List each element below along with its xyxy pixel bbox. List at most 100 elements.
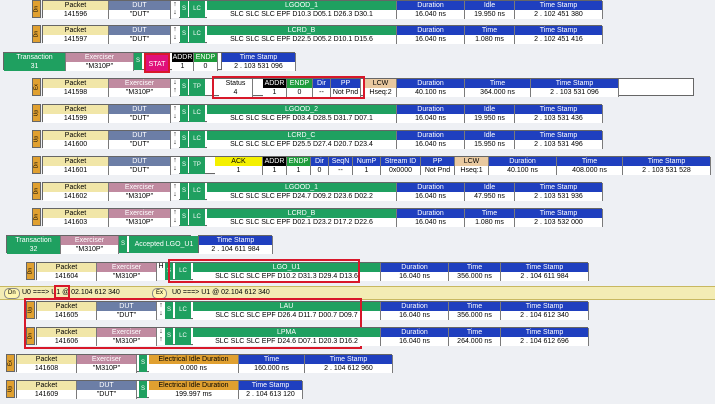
packet-number: 141599 (63, 115, 88, 122)
transaction-32[interactable]: Transaction 32 Exerciser "M310P" S Accep… (6, 235, 199, 254)
packet-number: 141596 (63, 11, 88, 18)
transaction-32-timestamp: Time Stamp 2 . 104 611 984 (198, 235, 273, 254)
direction-arrows-icon: ↑ ↓ (171, 131, 179, 148)
endp-value: 0 (203, 63, 208, 70)
direction-tag: Up (32, 130, 41, 148)
link-transition-right: U0 ===> U1 @ 02.104 612 340 (172, 289, 270, 296)
duration-value: 16.040 ns (415, 11, 446, 18)
idle-value: 15.950 ns (474, 141, 505, 148)
lc-badge: LC (189, 26, 205, 43)
duration-value: 16.040 ns (415, 141, 446, 148)
source-value: "DUT" (129, 115, 150, 122)
packet-141598[interactable]: Packet 141598 Exerciser "M310P" ↓ ↑ S TP … (42, 78, 694, 97)
packet-141603[interactable]: Packet 141603 Exerciser "M310P" ↑ ↓ S LC LCRD_B S… (42, 208, 603, 227)
speed-indicator: S (180, 105, 188, 122)
packet-141597[interactable]: Packet 141597 DUT "DUT" ↑ ↓ S LC LCRD_B SLC SLC S… (42, 25, 603, 44)
idle-value: 1.080 ms (475, 36, 504, 43)
direction-arrows-icon: ↓ ↑ (171, 79, 179, 96)
timestamp-value: 2 . 102 451 416 (534, 36, 583, 43)
speed-indicator: S (180, 183, 188, 200)
packet-number: 141597 (63, 36, 88, 43)
lc-title: LCRD_B (287, 27, 316, 34)
packet-141608[interactable]: Packet 141608 Exerciser "M310P" S Electr… (16, 354, 393, 373)
direction-tag: Ex (32, 78, 41, 96)
lc-badge: LC (189, 105, 205, 122)
speed-indicator: S (180, 131, 188, 148)
link-transition-left: U0 ===> U1 @ 02.104 612 340 (22, 289, 120, 296)
direction-tag: Dn (32, 208, 41, 226)
lc-symbols: SLC SLC SLC EPF D22.5 D05.2 D10.1 D15.6 (230, 36, 373, 43)
direction-tag: Dn (26, 262, 35, 280)
packet-141609[interactable]: Packet 141609 DUT "DUT" S Electrical Idl… (16, 380, 303, 399)
direction-tag: Dn (32, 0, 41, 18)
packet-number: 141598 (63, 89, 88, 96)
idle-value: 47.950 ns (474, 193, 505, 200)
idle-value: 19.950 ns (474, 115, 505, 122)
packet-141600[interactable]: Packet 141600 DUT "DUT" ↑ ↓ S LC LCRD_C SLC SLC S… (42, 130, 603, 149)
lc-badge: LC (189, 183, 205, 200)
speed-indicator: S (134, 53, 142, 70)
speed-indicator: S (180, 209, 188, 226)
direction-tag: Up (32, 104, 41, 122)
direction-arrows-icon: ↑ ↓ (171, 105, 179, 122)
lc-symbols: SLC SLC SLC EPF D03.4 D28.5 D31.7 D07.1 (230, 115, 373, 122)
highlight-u1 (54, 285, 70, 299)
duration-value: 16.040 ns (415, 36, 446, 43)
transaction-31[interactable]: Transaction 31 Exerciser "M310P" S ADDR … (3, 52, 248, 71)
lc-title: LCRD_C (287, 132, 316, 139)
stat-button[interactable]: STAT (144, 53, 170, 73)
idle-value: 1.080 ms (475, 219, 504, 226)
endp-header: ENDP (195, 54, 216, 61)
packet-141602[interactable]: Packet 141602 Exerciser "M310P" ↑ ↓ S LC LGOOD_1… (42, 182, 603, 201)
source-value: "DUT" (129, 141, 150, 148)
highlight-lgo-u1 (168, 259, 360, 283)
direction-tag: Dn (32, 156, 41, 174)
direction-tag: Ex (6, 354, 15, 372)
accepted-label: Accepted LGO_U1 (134, 241, 194, 248)
direction-tag: Dn (26, 327, 35, 345)
packet-number: 141602 (63, 193, 88, 200)
transaction-number: 31 (30, 63, 39, 70)
timestamp-value: 2 . 103 531 936 (534, 193, 583, 200)
source-value: "M310P" (125, 219, 154, 226)
packet-141601[interactable]: Packet 141601 DUT "DUT" ↑ ↓ S TP ACK 1 AD… (42, 156, 711, 175)
lc-title: LGOOD_2 (284, 106, 319, 113)
addr-header: ADDR (172, 54, 193, 61)
direction-tag: Up (6, 380, 15, 398)
packet-141606[interactable]: Packet 141606 Exerciser "M310P" ↓ ↑ S LC … (36, 327, 589, 346)
direction-arrows-icon: ↑ ↓ (171, 1, 179, 18)
duration-value: 16.040 ns (415, 193, 446, 200)
lc-badge: LC (189, 131, 205, 148)
highlight-status-fields (212, 76, 365, 99)
packet-number: 141600 (63, 141, 88, 148)
lc-title: LGOOD_1 (284, 184, 319, 191)
source-value: "DUT" (129, 11, 150, 18)
speed-indicator: S (180, 26, 188, 43)
direction-tag: Dn (32, 25, 41, 43)
packet-header: Packet (64, 80, 87, 87)
exerciser-header: Exerciser (84, 54, 115, 61)
speed-indicator: S (180, 1, 188, 18)
lc-symbols: SLC SLC SLC EPF D02.1 D23.2 D17.2 D22.6 (230, 219, 373, 226)
duration-value: 16.040 ns (415, 219, 446, 226)
transaction-label: Transaction (16, 54, 53, 61)
lc-symbols: SLC SLC SLC EPF D25.5 D27.4 D20.7 D23.4 (230, 141, 373, 148)
idle-value: 19.950 ns (474, 11, 505, 18)
direction-arrows-icon: ↑ ↓ (171, 157, 179, 174)
lc-title: LCRD_B (287, 210, 316, 217)
timestamp-value: 2 . 103 531 436 (534, 115, 583, 122)
transaction-31-timestamp: Time Stamp 2 . 103 531 096 (221, 52, 296, 71)
lc-title: LGOOD_1 (284, 2, 319, 9)
packet-141596[interactable]: Packet 141596 DUT "DUT" ↑ ↓ S LC LGOOD_1 SLC SLC … (42, 0, 603, 19)
lc-badge: LC (189, 209, 205, 226)
direction-arrows-icon: ↑ ↓ (171, 183, 179, 200)
source-value: "DUT" (129, 36, 150, 43)
exerciser-value: "M310P" (85, 63, 114, 70)
addr-value: 1 (180, 63, 185, 70)
direction-tag: Dn (32, 182, 41, 200)
lc-symbols: SLC SLC SLC EPF D24.7 D09.2 D23.6 D02.2 (230, 193, 373, 200)
direction-arrows-icon: ↑ ↓ (171, 26, 179, 43)
lc-symbols: SLC SLC SLC EPF D10.3 D05.1 D26.3 D30.1 (230, 11, 373, 18)
packet-141599[interactable]: Packet 141599 DUT "DUT" ↑ ↓ S LC LGOOD_2 SLC SLC … (42, 104, 603, 123)
timestamp-value: 2 . 103 531 496 (534, 141, 583, 148)
